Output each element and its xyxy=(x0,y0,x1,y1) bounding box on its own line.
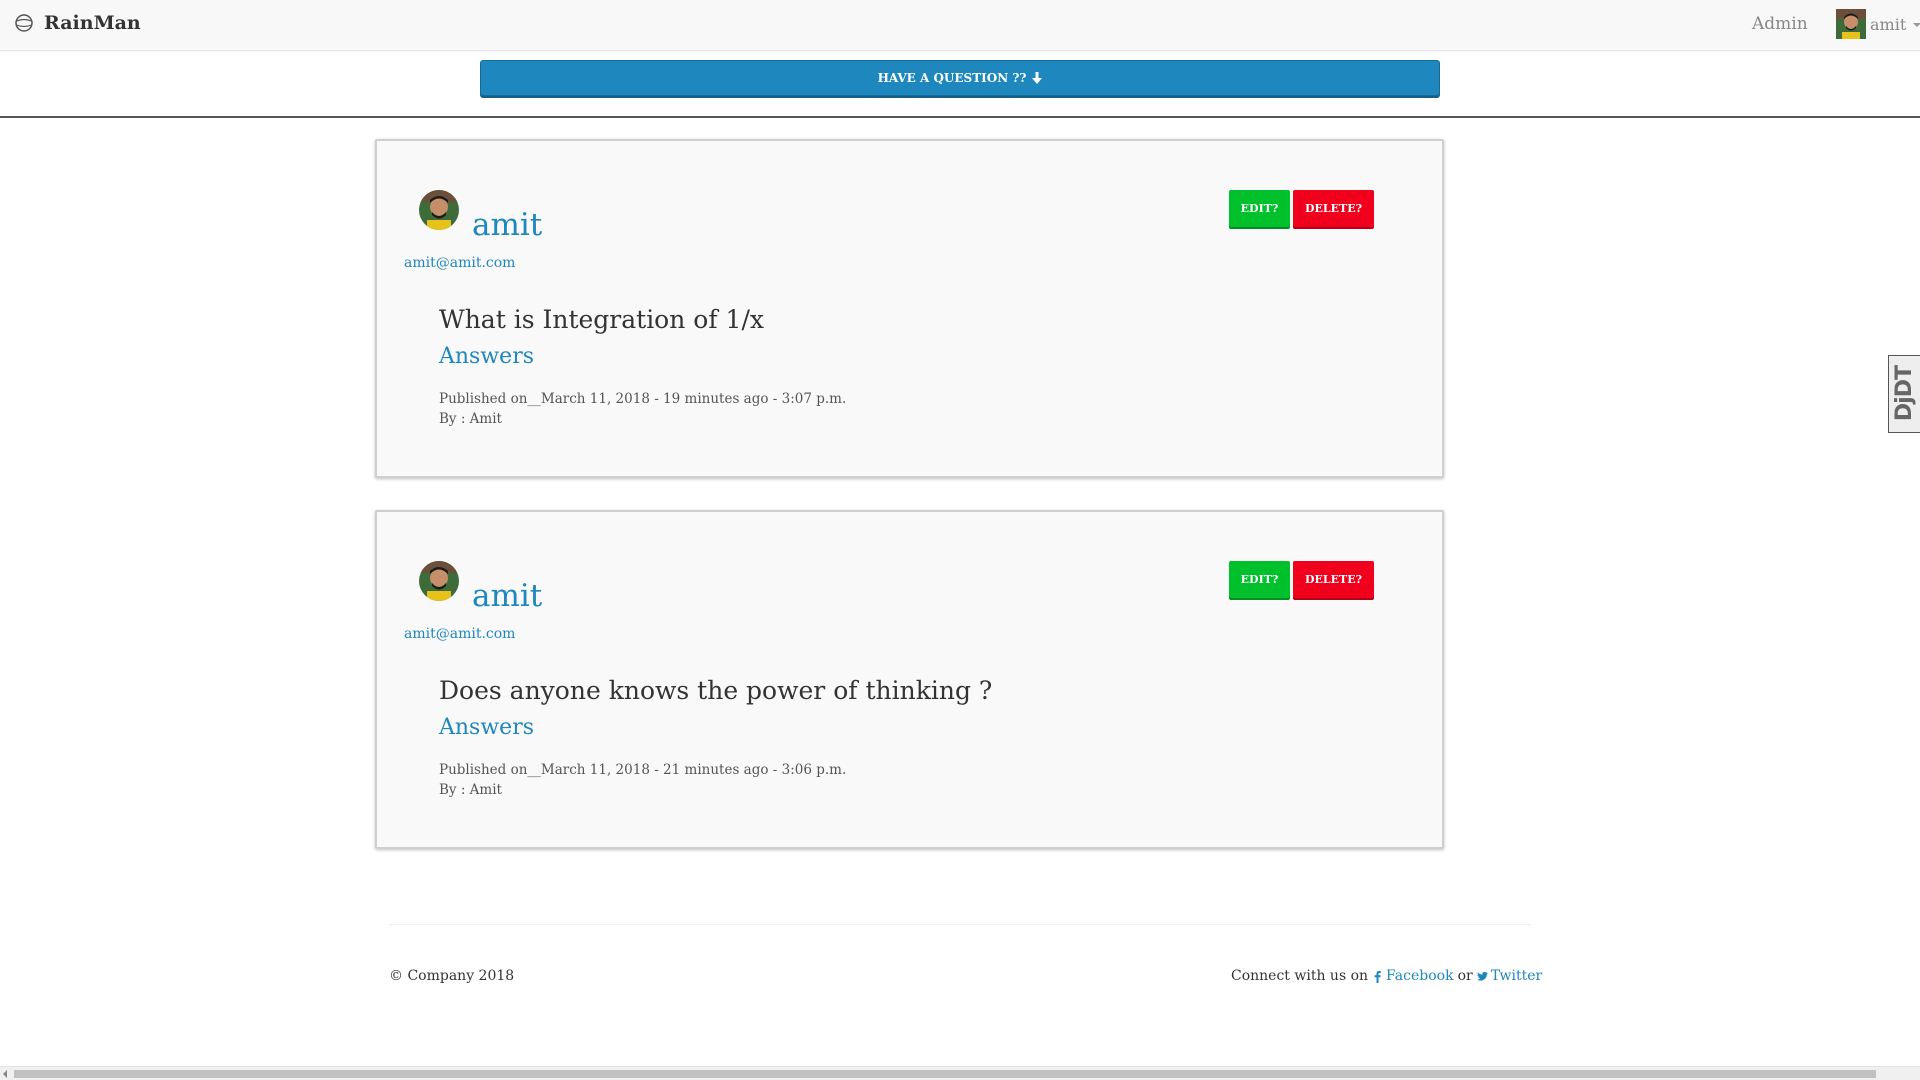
answers-link[interactable]: Answers xyxy=(439,715,534,740)
scroll-left-icon[interactable] xyxy=(3,1070,7,1078)
have-a-question-button[interactable]: HAVE A QUESTION ?? xyxy=(480,60,1440,96)
top-navbar: RainMan Admin amit xyxy=(0,0,1920,51)
twitter-icon xyxy=(1476,971,1488,981)
brand-name: RainMan xyxy=(44,12,141,34)
facebook-label: Facebook xyxy=(1386,968,1454,984)
footer-social: Connect with us on Facebook or Twitter xyxy=(1231,968,1542,984)
question-title: What is Integration of 1/x xyxy=(439,305,764,334)
author-avatar xyxy=(419,190,459,230)
user-avatar xyxy=(1836,9,1866,39)
footer-divider xyxy=(389,924,1531,925)
facebook-icon xyxy=(1374,970,1381,983)
arrow-down-icon xyxy=(1032,72,1043,84)
footer-copyright: © Company 2018 xyxy=(389,968,515,984)
connect-text: Connect with us on xyxy=(1231,968,1369,984)
have-a-question-label: HAVE A QUESTION ?? xyxy=(877,71,1027,85)
debug-toolbar-label: DjDT xyxy=(1892,366,1917,422)
brand-link[interactable]: RainMan xyxy=(14,12,141,34)
question-title: Does anyone knows the power of thinking … xyxy=(439,676,993,705)
user-menu-dropdown[interactable]: amit xyxy=(1836,9,1920,39)
byline: By : Amit xyxy=(439,782,502,798)
byline: By : Amit xyxy=(439,411,502,427)
or-text: or xyxy=(1457,968,1473,984)
twitter-link[interactable]: Twitter xyxy=(1476,968,1543,984)
question-card: amit amit@amit.com EDIT? DELETE? Does an… xyxy=(375,510,1444,849)
question-card: amit amit@amit.com EDIT? DELETE? What is… xyxy=(375,139,1444,478)
user-menu-name: amit xyxy=(1870,14,1907,34)
twitter-label: Twitter xyxy=(1490,968,1543,984)
debug-toolbar-handle[interactable]: DjDT xyxy=(1888,355,1920,433)
delete-button[interactable]: DELETE? xyxy=(1293,561,1374,598)
facebook-link[interactable]: Facebook xyxy=(1372,968,1454,984)
edit-button[interactable]: EDIT? xyxy=(1229,561,1290,598)
edit-button[interactable]: EDIT? xyxy=(1229,190,1290,227)
author-email-link[interactable]: amit@amit.com xyxy=(404,255,515,271)
caret-down-icon xyxy=(1913,23,1920,27)
author-name-link[interactable]: amit xyxy=(472,578,542,614)
published-date: Published on__March 11, 2018 - 19 minute… xyxy=(439,391,847,407)
globe-icon xyxy=(15,14,33,32)
delete-button[interactable]: DELETE? xyxy=(1293,190,1374,227)
published-date: Published on__March 11, 2018 - 21 minute… xyxy=(439,762,847,778)
admin-link[interactable]: Admin xyxy=(1752,14,1808,34)
divider xyxy=(0,116,1920,118)
answers-link[interactable]: Answers xyxy=(439,344,534,369)
author-avatar xyxy=(419,561,459,601)
scrollbar-thumb[interactable] xyxy=(14,1070,1876,1078)
horizontal-scrollbar[interactable] xyxy=(0,1066,1920,1080)
author-email-link[interactable]: amit@amit.com xyxy=(404,626,515,642)
author-name-link[interactable]: amit xyxy=(472,207,542,243)
